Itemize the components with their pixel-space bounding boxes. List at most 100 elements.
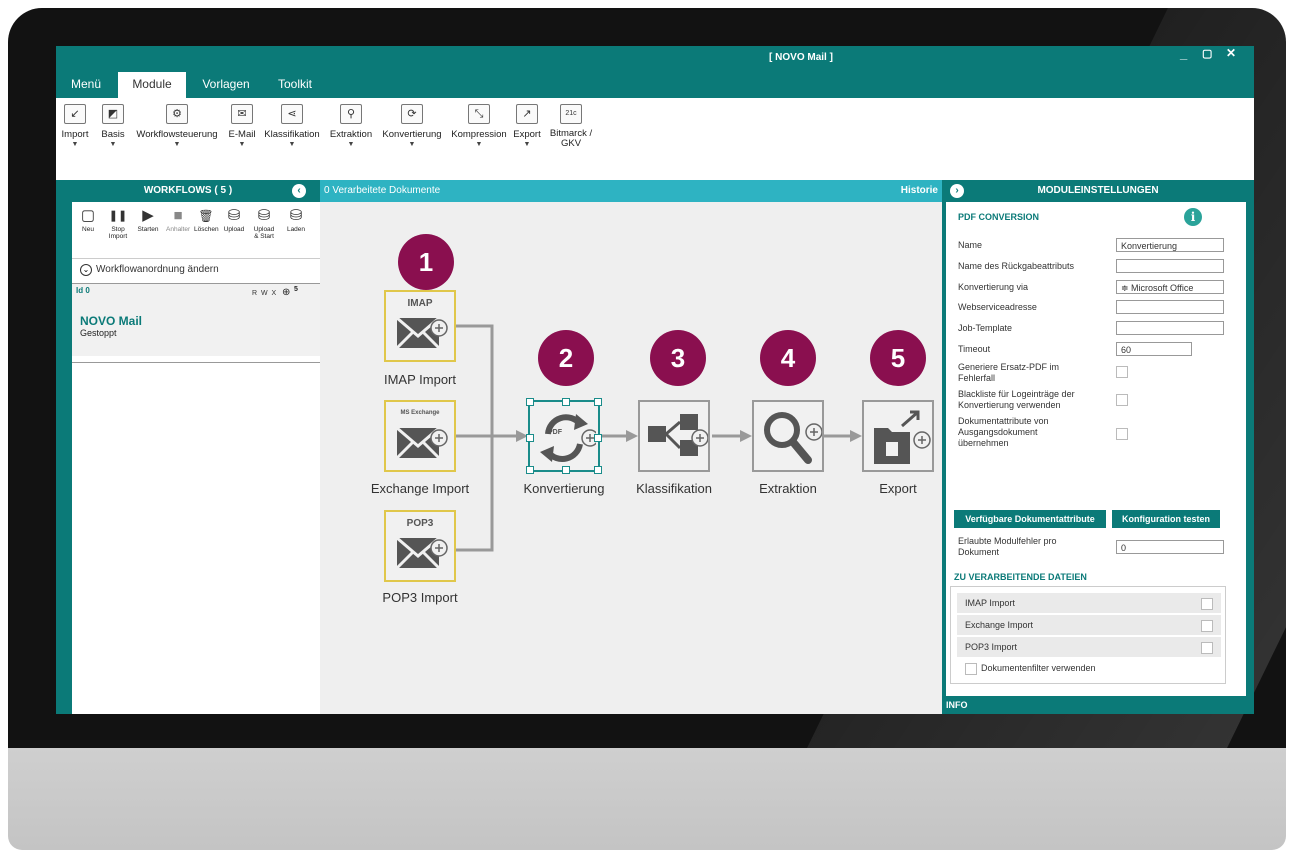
ribbon-import-button[interactable]: ↙ Import ▼ (60, 104, 90, 148)
conversion-via-select[interactable]: ≑ Microsoft Office (1116, 280, 1224, 294)
tool-label: Stop Import (108, 226, 128, 240)
main-area: WORKFLOWS ( 5 ) ‹ ▢ Neu ❚❚ Stop Import ▶ St… (56, 180, 1254, 714)
arrange-label: Workflowanordnung ändern (96, 264, 219, 275)
upload-icon: ⛁ (227, 207, 241, 224)
compress-icon: ⤡ (468, 104, 490, 124)
module-errors-field[interactable]: 0 (1116, 540, 1224, 554)
available-attributes-button[interactable]: Verfügbare Dokumentattribute (954, 510, 1106, 528)
ribbon: ↙ Import ▼ ◩ Basis ▼ ⚙ Workflowsteuerung ▼ ✉ E-… (56, 98, 1254, 181)
field-label: Name des Rückgabeattributs (958, 261, 1075, 271)
test-configuration-button[interactable]: Konfiguration testen (1112, 510, 1220, 528)
upload-button[interactable]: ⛁ Upload (222, 206, 246, 233)
step-badge: 3 (650, 330, 706, 386)
doc-attributes-checkbox[interactable] (1116, 428, 1128, 440)
upload-start-button[interactable]: ⛁ Upload & Start (252, 206, 276, 240)
workflow-canvas: 0 Verarbeitete Dokumente Historie 1 2 3 … (320, 180, 942, 714)
arrange-workflows-row[interactable]: ⌄ Workflowanordnung ändern (72, 258, 320, 284)
return-attribute-field[interactable] (1116, 259, 1224, 273)
workflow-id: Id 0 (76, 286, 90, 295)
tab-vorlagen[interactable]: Vorlagen (196, 72, 256, 98)
file-checkbox[interactable] (1201, 642, 1213, 654)
node-label: Exchange Import (370, 481, 470, 496)
timeout-field[interactable]: 60 (1116, 342, 1192, 356)
step-badge: 5 (870, 330, 926, 386)
tool-label: Upload (223, 226, 245, 233)
exchange-import-node[interactable]: MS Exchange (384, 400, 456, 472)
node-tag: POP3 (406, 518, 434, 529)
doc-filter-checkbox[interactable] (965, 663, 977, 675)
ribbon-klassifikation-button[interactable]: ⋖ Klassifikation ▼ (262, 104, 322, 148)
ribbon-konvertierung-button[interactable]: ⟳ Konvertierung ▼ (380, 104, 444, 148)
node-tag: MS Exchange (400, 410, 440, 416)
ersatz-pdf-checkbox[interactable] (1116, 366, 1128, 378)
ribbon-workflowsteuerung-button[interactable]: ⚙ Workflowsteuerung ▼ (132, 104, 222, 148)
import-icon: ↙ (64, 104, 86, 124)
monitor-chin (8, 748, 1286, 850)
file-row[interactable]: POP3 Import (957, 637, 1221, 657)
ribbon-basis-button[interactable]: ◩ Basis ▼ (98, 104, 128, 148)
info-icon[interactable]: i (1184, 208, 1202, 226)
node-label: Klassifikation (636, 481, 712, 496)
ribbon-label: Import (61, 129, 89, 140)
collapse-right-button[interactable]: › (950, 184, 964, 198)
blacklist-checkbox[interactable] (1116, 394, 1128, 406)
envelope-icon (395, 426, 448, 460)
collapse-left-button[interactable]: ‹ (292, 184, 306, 198)
imap-import-node[interactable]: IMAP (384, 290, 456, 362)
field-label: Generiere Ersatz-PDF im Fehlerfall (958, 362, 1060, 383)
convert-icon: ⟳ (401, 104, 423, 124)
node-tag: IMAP (407, 298, 433, 309)
ribbon-label: E-Mail (228, 129, 256, 140)
new-workflow-button[interactable]: ▢ Neu (76, 206, 100, 233)
delete-button[interactable]: 🗑 Löschen (194, 206, 219, 233)
minimize-button[interactable]: _ (1180, 46, 1187, 61)
chevron-down-icon: ⌄ (80, 264, 92, 276)
start-button[interactable]: ▶ Starten (136, 206, 160, 233)
divider (72, 362, 320, 363)
name-field[interactable]: Konvertierung (1116, 238, 1224, 252)
job-template-field[interactable] (1116, 321, 1224, 335)
export-icon (874, 410, 931, 464)
ribbon-label: Basis (101, 129, 125, 140)
files-section-title: ZU VERARBEITENDE DATEIEN (954, 572, 1087, 582)
ribbon-export-button[interactable]: ↗ Export ▼ (512, 104, 542, 148)
tab-module[interactable]: Module (118, 72, 186, 98)
new-icon: ▢ (80, 207, 96, 224)
stop-import-button[interactable]: ❚❚ Stop Import (106, 206, 130, 240)
maximize-button[interactable]: ▢ (1202, 47, 1212, 60)
export-node[interactable] (862, 400, 934, 472)
pop3-import-node[interactable]: POP3 (384, 510, 456, 582)
load-button[interactable]: ⛁ Laden (284, 206, 308, 233)
ribbon-label: Bitmarck / GKV (549, 128, 593, 149)
ribbon-extraktion-button[interactable]: ⚲ Extraktion ▼ (326, 104, 376, 148)
tab-toolkit[interactable]: Toolkit (270, 72, 320, 98)
close-button[interactable]: ✕ (1226, 46, 1236, 60)
konvertierung-node[interactable]: PDF (526, 398, 602, 474)
file-checkbox[interactable] (1201, 598, 1213, 610)
field-label: Name (958, 240, 983, 250)
webservice-field[interactable] (1116, 300, 1224, 314)
export-icon: ↗ (516, 104, 538, 124)
extraktion-node[interactable] (752, 400, 824, 472)
file-row[interactable]: IMAP Import (957, 593, 1221, 613)
tool-label: Neu (82, 226, 94, 233)
field-label: Konvertierung via (958, 282, 1029, 292)
ribbon-label: Workflowsteuerung (136, 129, 218, 140)
info-section[interactable]: INFO (946, 696, 1246, 714)
workflow-item[interactable]: Id 0 R W X ⊕ 5 NOVO Mail Gestoppt (72, 284, 320, 356)
ribbon-email-button[interactable]: ✉ E-Mail ▼ (226, 104, 258, 148)
ribbon-kompression-button[interactable]: ⤡ Kompression ▼ (448, 104, 510, 148)
file-row[interactable]: Exchange Import (957, 615, 1221, 635)
ribbon-bitmarck-button[interactable]: 21c Bitmarck / GKV (546, 104, 596, 149)
app-window: [ NOVO Mail ] _ ▢ ✕ Menü Module Vorlagen… (56, 46, 1254, 714)
file-checkbox[interactable] (1201, 620, 1213, 632)
node-label: Export (879, 481, 917, 496)
field-label: Webserviceadresse (958, 302, 1037, 312)
klassifikation-node[interactable] (638, 400, 710, 472)
tab-menu[interactable]: Menü (66, 72, 106, 98)
halt-button[interactable]: ■ Anhalter (166, 206, 190, 233)
ribbon-label: Klassifikation (264, 129, 320, 140)
workflows-title: WORKFLOWS ( 5 ) (143, 185, 233, 196)
doc-filter-label: Dokumentenfilter verwenden (981, 663, 1096, 673)
ribbon-label: Kompression (451, 129, 507, 140)
